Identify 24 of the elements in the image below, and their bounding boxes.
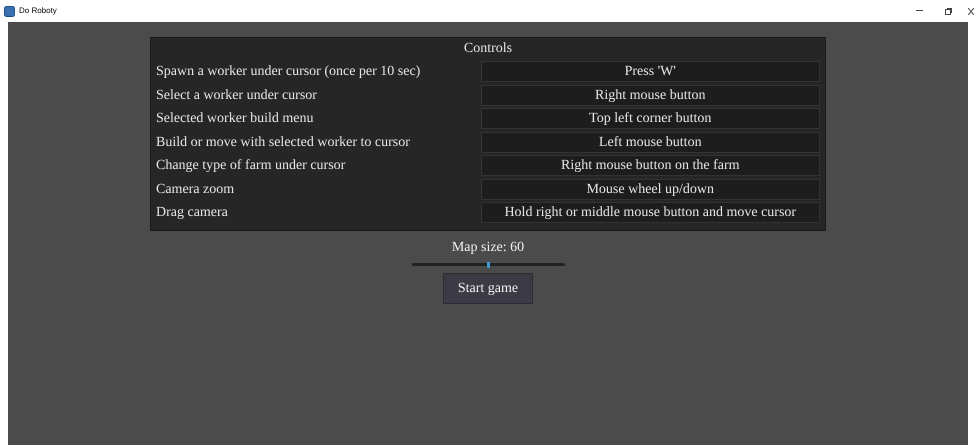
window-title: Do Roboty (19, 5, 57, 17)
binding-cell: Mouse wheel up/down (480, 178, 820, 200)
action-label: Change type of farm under cursor (156, 157, 346, 176)
action-label: Drag camera (156, 204, 229, 222)
action-label: Camera zoom (156, 180, 236, 199)
binding-cell: Right mouse button on the farm (480, 155, 820, 176)
binding-cell: Right mouse button (480, 84, 820, 106)
action-label: Spawn a worker under cursor (once per 10 sec) (156, 63, 422, 82)
action-label: Build or move with selected worker to cursor (156, 134, 411, 152)
slider-thumb[interactable] (486, 262, 490, 268)
minimize-icon[interactable] (916, 10, 923, 12)
binding-cell: Left mouse button (480, 132, 820, 153)
app-icon (4, 6, 15, 16)
action-label: Selected worker build menu (156, 110, 314, 128)
map-size-label: Map size: 60 (452, 238, 524, 256)
binding-cell: Hold right or middle mouse button and move cursor (480, 202, 820, 224)
binding-cell: Press 'W' (480, 61, 820, 82)
controls-title: Controls (464, 40, 512, 58)
maximize-icon[interactable] (945, 8, 952, 14)
binding-cell: Top left corner button (480, 108, 820, 130)
start-game-button[interactable]: Start game (443, 272, 533, 304)
map-size-slider[interactable] (412, 262, 564, 268)
action-label: Select a worker under cursor (156, 86, 318, 105)
close-icon[interactable] (968, 8, 974, 14)
